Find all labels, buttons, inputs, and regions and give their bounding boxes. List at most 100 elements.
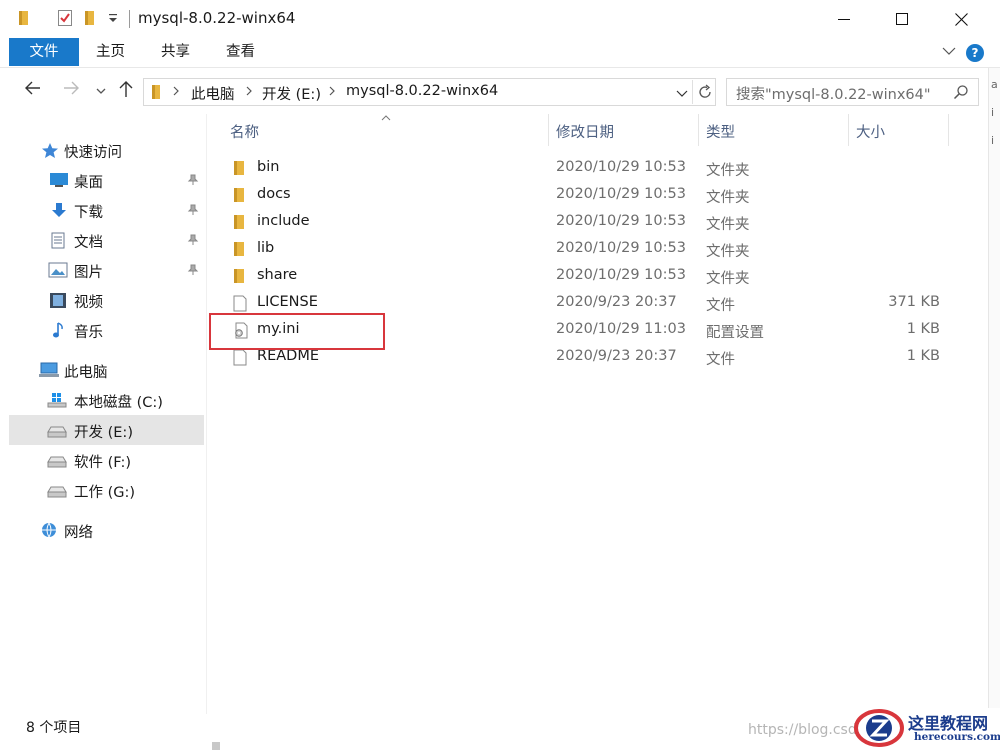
search-box[interactable]: 搜索"mysql-8.0.22-winx64" (726, 78, 979, 106)
breadcrumb-separator-icon[interactable] (328, 85, 336, 101)
search-icon[interactable] (953, 84, 969, 104)
column-header-date[interactable]: 修改日期 (556, 114, 696, 146)
new-folder-icon[interactable] (84, 9, 98, 31)
maximize-icon (896, 13, 908, 25)
sidebar-item-label: 软件 (F:) (74, 455, 132, 471)
address-bar[interactable]: 此电脑 开发 (E:) mysql-8.0.22-winx64 (143, 78, 716, 106)
adjacent-window-glyph: a (991, 78, 998, 91)
drive-icon (47, 454, 67, 472)
folder-icon (233, 268, 247, 288)
file-type: 文件夹 (706, 190, 750, 206)
back-arrow-icon[interactable] (24, 80, 42, 100)
drive-icon (47, 484, 67, 502)
sidebar-item-desktop[interactable]: 桌面 (9, 165, 204, 195)
column-divider[interactable] (948, 114, 949, 146)
document-icon (51, 232, 65, 253)
file-row-lib[interactable]: lib 2020/10/29 10:53 文件夹 (210, 236, 950, 263)
sidebar-item-label: 开发 (E:) (74, 425, 133, 441)
scrollbar-stub[interactable] (212, 742, 220, 750)
pane-splitter[interactable] (206, 114, 207, 714)
folder-icon (233, 187, 247, 207)
up-arrow-icon[interactable] (118, 80, 134, 102)
breadcrumb-separator-icon[interactable] (245, 85, 253, 101)
sidebar-item-drive-f[interactable]: 软件 (F:) (9, 445, 204, 475)
sidebar-item-label: 桌面 (74, 175, 103, 191)
file-date: 2020/10/29 10:53 (556, 267, 686, 283)
minimize-button[interactable] (815, 0, 873, 38)
address-dropdown-chevron-icon[interactable] (676, 87, 688, 103)
file-type: 配置设置 (706, 325, 764, 341)
file-date: 2020/9/23 20:37 (556, 348, 677, 364)
sidebar-item-this-pc[interactable]: 此电脑 (9, 355, 204, 385)
refresh-icon[interactable] (697, 84, 713, 104)
sidebar-item-music[interactable]: 音乐 (9, 315, 204, 345)
breadcrumb-current-folder[interactable]: mysql-8.0.22-winx64 (346, 83, 498, 99)
sidebar-item-label: 此电脑 (64, 365, 108, 381)
search-input[interactable]: 搜索"mysql-8.0.22-winx64" (736, 83, 931, 104)
computer-icon (39, 362, 59, 382)
close-button[interactable] (932, 0, 990, 38)
forward-arrow-icon[interactable] (62, 80, 80, 100)
expand-ribbon-icon[interactable] (942, 44, 956, 62)
file-type: 文件夹 (706, 271, 750, 287)
tab-share[interactable]: 共享 (147, 38, 204, 67)
maximize-button[interactable] (873, 0, 931, 38)
pin-icon[interactable] (187, 234, 199, 250)
folder-icon (233, 160, 247, 180)
file-name: docs (257, 186, 291, 202)
sidebar-item-downloads[interactable]: 下载 (9, 195, 204, 225)
dropdown-arrow-icon[interactable] (108, 12, 118, 28)
sidebar-item-label: 工作 (G:) (74, 485, 136, 501)
sidebar-item-drive-c[interactable]: 本地磁盘 (C:) (9, 385, 204, 415)
watermark-url: https://blog.csd (748, 722, 857, 738)
sidebar-item-pictures[interactable]: 图片 (9, 255, 204, 285)
file-type: 文件 (706, 298, 735, 314)
tab-home[interactable]: 主页 (82, 38, 139, 67)
column-divider[interactable] (548, 114, 549, 146)
file-row-bin[interactable]: bin 2020/10/29 10:53 文件夹 (210, 155, 950, 182)
pictures-icon (48, 262, 68, 282)
file-row-include[interactable]: include 2020/10/29 10:53 文件夹 (210, 209, 950, 236)
sidebar-item-videos[interactable]: 视频 (9, 285, 204, 315)
help-icon[interactable]: ? (966, 44, 984, 62)
column-divider[interactable] (848, 114, 849, 146)
pin-icon[interactable] (187, 204, 199, 220)
music-icon (52, 322, 66, 343)
download-icon (51, 202, 67, 222)
breadcrumb-this-pc[interactable]: 此电脑 (191, 83, 235, 104)
sidebar-item-network[interactable]: 网络 (9, 515, 204, 545)
close-icon (954, 12, 968, 26)
site-logo-domain: herecours.com (914, 731, 1000, 743)
sidebar-item-label: 下载 (74, 205, 103, 221)
file-date: 2020/10/29 10:53 (556, 240, 686, 256)
column-header-name[interactable]: 名称 (230, 114, 548, 146)
pin-icon[interactable] (187, 174, 199, 190)
sidebar-item-drive-e[interactable]: 开发 (E:) (9, 415, 204, 445)
file-icon (233, 349, 247, 370)
sidebar-item-label: 本地磁盘 (C:) (74, 395, 163, 411)
drive-icon (47, 424, 67, 442)
sidebar-item-quick-access[interactable]: 快速访问 (9, 135, 204, 165)
pin-icon[interactable] (187, 264, 199, 280)
sidebar-item-label: 快速访问 (64, 145, 122, 161)
properties-checkbox-icon[interactable] (57, 9, 73, 31)
sidebar-item-documents[interactable]: 文档 (9, 225, 204, 255)
folder-icon (18, 9, 32, 31)
column-header-type[interactable]: 类型 (706, 114, 846, 146)
adjacent-window-glyph: i (991, 134, 995, 147)
breadcrumb-drive-e[interactable]: 开发 (E:) (262, 83, 321, 104)
file-row-docs[interactable]: docs 2020/10/29 10:53 文件夹 (210, 182, 950, 209)
file-row-share[interactable]: share 2020/10/29 10:53 文件夹 (210, 263, 950, 290)
tab-file[interactable]: 文件 (9, 38, 79, 66)
breadcrumb-separator-icon[interactable] (172, 85, 180, 101)
column-divider[interactable] (698, 114, 699, 146)
recent-locations-chevron-icon[interactable] (95, 84, 107, 100)
file-type: 文件夹 (706, 217, 750, 233)
adjacent-window-edge: a i i (988, 68, 1000, 708)
tab-view[interactable]: 查看 (212, 38, 269, 67)
sidebar-item-drive-g[interactable]: 工作 (G:) (9, 475, 204, 505)
column-header-size[interactable]: 大小 (856, 114, 946, 146)
navigation-pane: 快速访问 桌面 下载 文档 图片 视频 音乐 此电脑 本地磁盘 (C:) 开发 … (0, 114, 205, 714)
file-date: 2020/10/29 11:03 (556, 321, 686, 337)
folder-icon (151, 84, 163, 104)
